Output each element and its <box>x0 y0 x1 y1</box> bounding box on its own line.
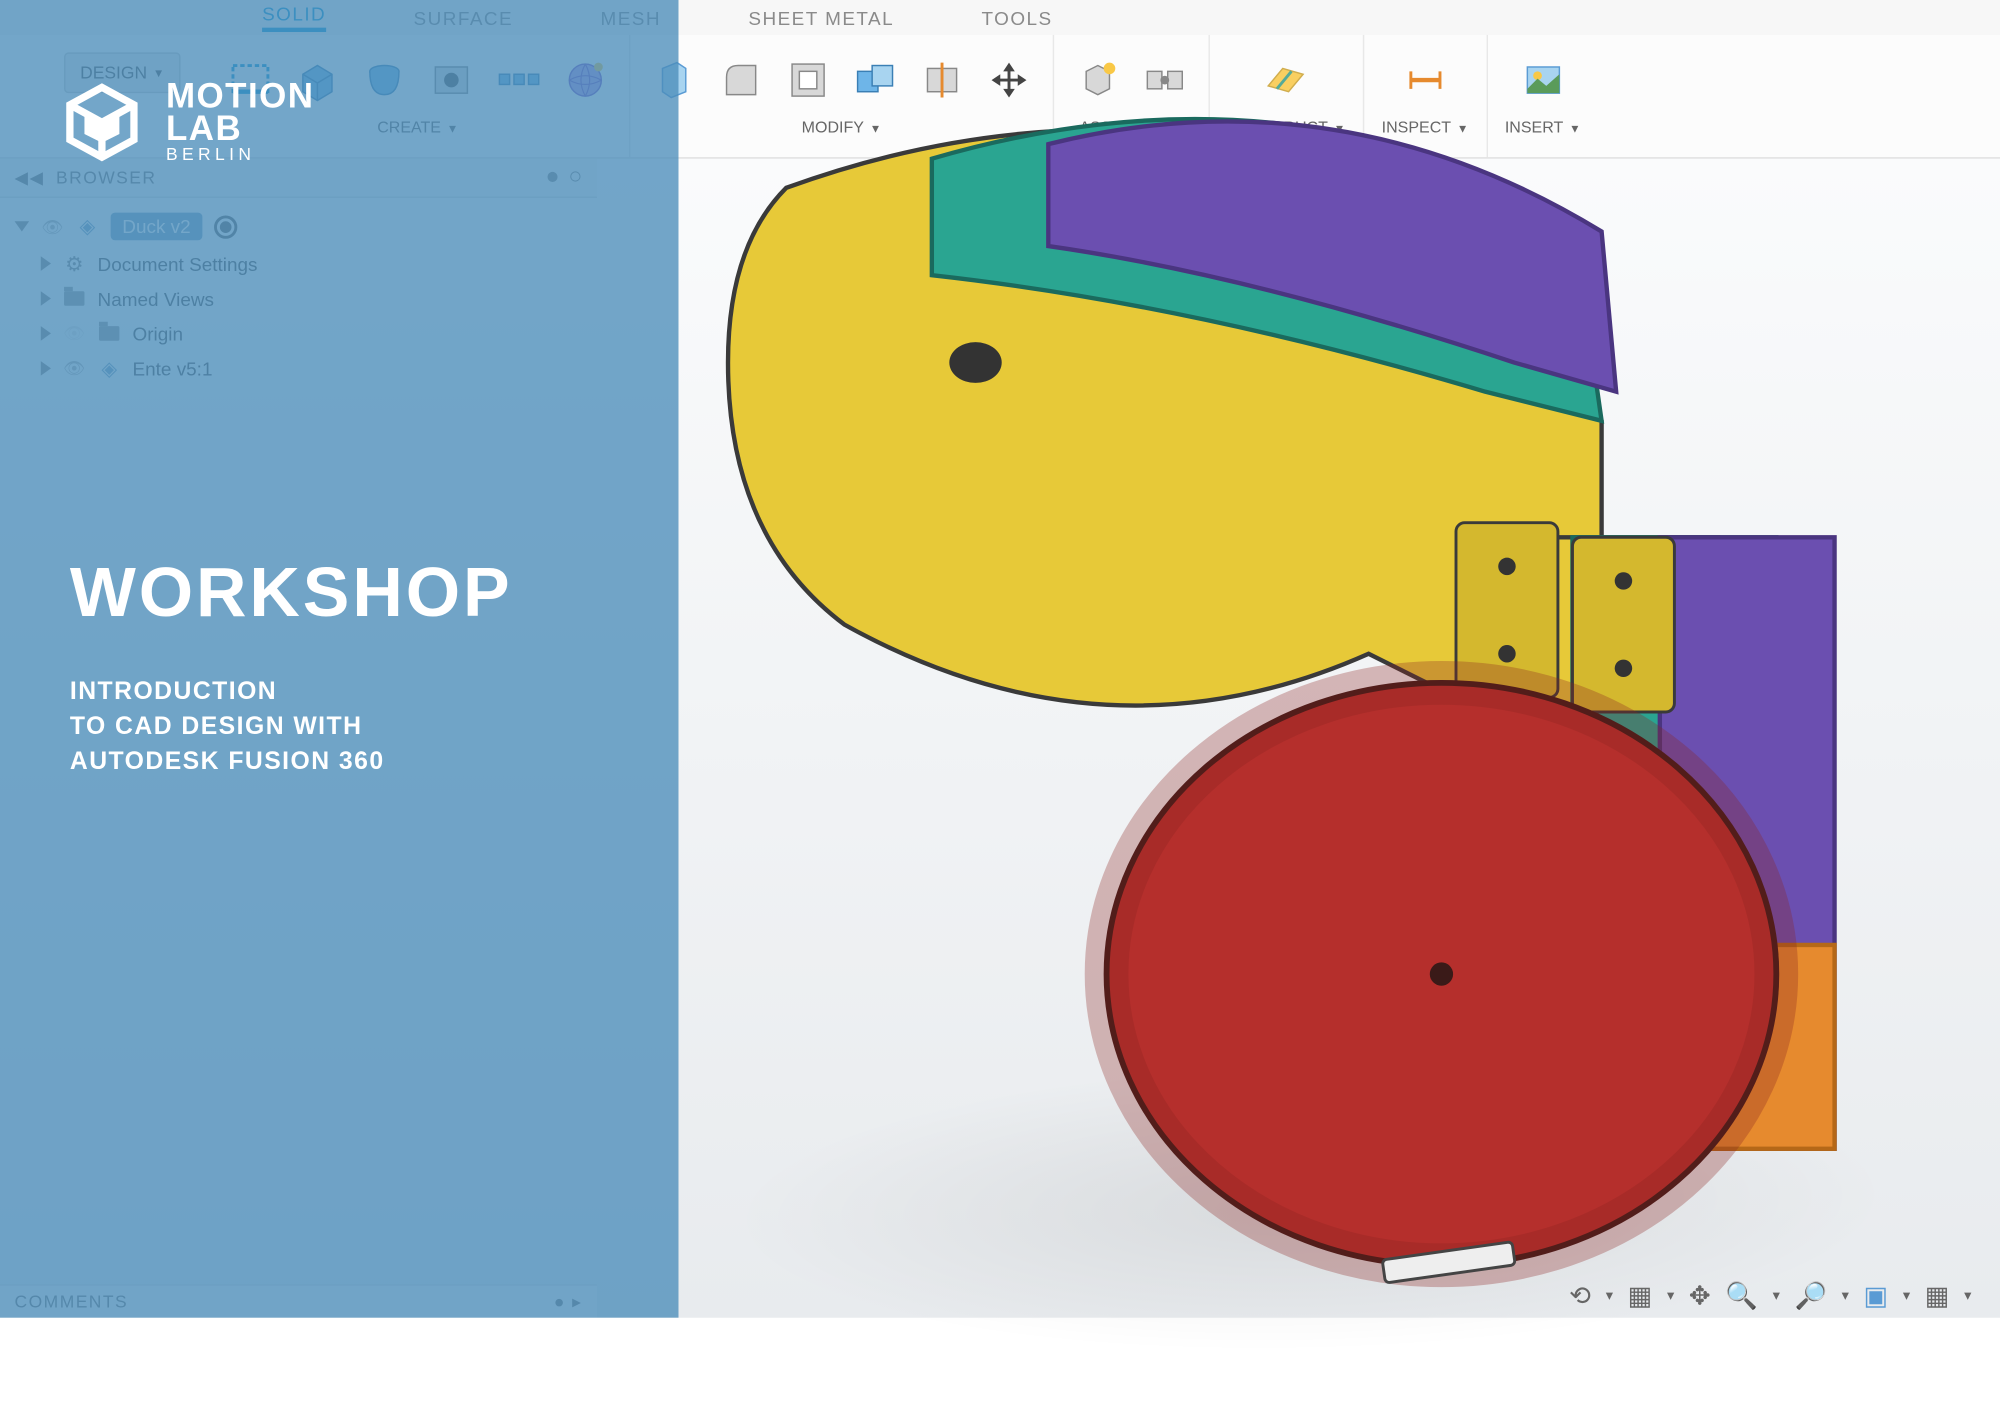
grid-icon[interactable]: ▦ <box>1925 1281 1950 1312</box>
combine-icon[interactable] <box>849 54 901 106</box>
duck-model <box>670 100 1980 1410</box>
logo-line2: LAB <box>166 114 315 147</box>
nav-toolbar: ⟲▾ ▦▾ ✥ 🔍▾ 🔎▾ ▣▾ ▦▾ <box>1569 1281 1971 1312</box>
workshop-subtitle: INTRODUCTION TO CAD DESIGN WITH AUTODESK… <box>70 674 513 778</box>
tab-sheetmetal[interactable]: SHEET METAL <box>748 7 894 29</box>
promo-overlay: MOTION LAB BERLIN WORKSHOP INTRODUCTION … <box>0 0 678 1318</box>
fusion360-app: SOLID SURFACE MESH SHEET METAL TOOLS DES… <box>0 0 2000 1318</box>
logo-line3: BERLIN <box>166 147 315 164</box>
motionlab-logo: MOTION LAB BERLIN <box>58 79 314 166</box>
display-icon[interactable]: ▣ <box>1864 1281 1889 1312</box>
plane-icon[interactable] <box>1260 54 1312 106</box>
split-icon[interactable] <box>916 54 968 106</box>
joint-icon[interactable] <box>1139 54 1191 106</box>
zoom-icon[interactable]: 🔍 <box>1725 1281 1758 1312</box>
measure-icon[interactable] <box>1399 54 1451 106</box>
new-component-icon[interactable] <box>1072 54 1124 106</box>
fillet-icon[interactable] <box>715 54 767 106</box>
fit-icon[interactable]: 🔎 <box>1794 1281 1827 1312</box>
logo-icon <box>58 79 145 166</box>
orbit-icon[interactable]: ⟲ <box>1569 1281 1591 1312</box>
workshop-text: WORKSHOP INTRODUCTION TO CAD DESIGN WITH… <box>70 553 513 778</box>
shell-icon[interactable] <box>782 54 834 106</box>
look-icon[interactable]: ▦ <box>1628 1281 1653 1312</box>
workshop-heading: WORKSHOP <box>70 553 513 633</box>
move-icon[interactable] <box>983 54 1035 106</box>
pan-icon[interactable]: ✥ <box>1689 1281 1711 1312</box>
tab-tools[interactable]: TOOLS <box>981 7 1052 29</box>
insert-icon[interactable] <box>1517 54 1569 106</box>
